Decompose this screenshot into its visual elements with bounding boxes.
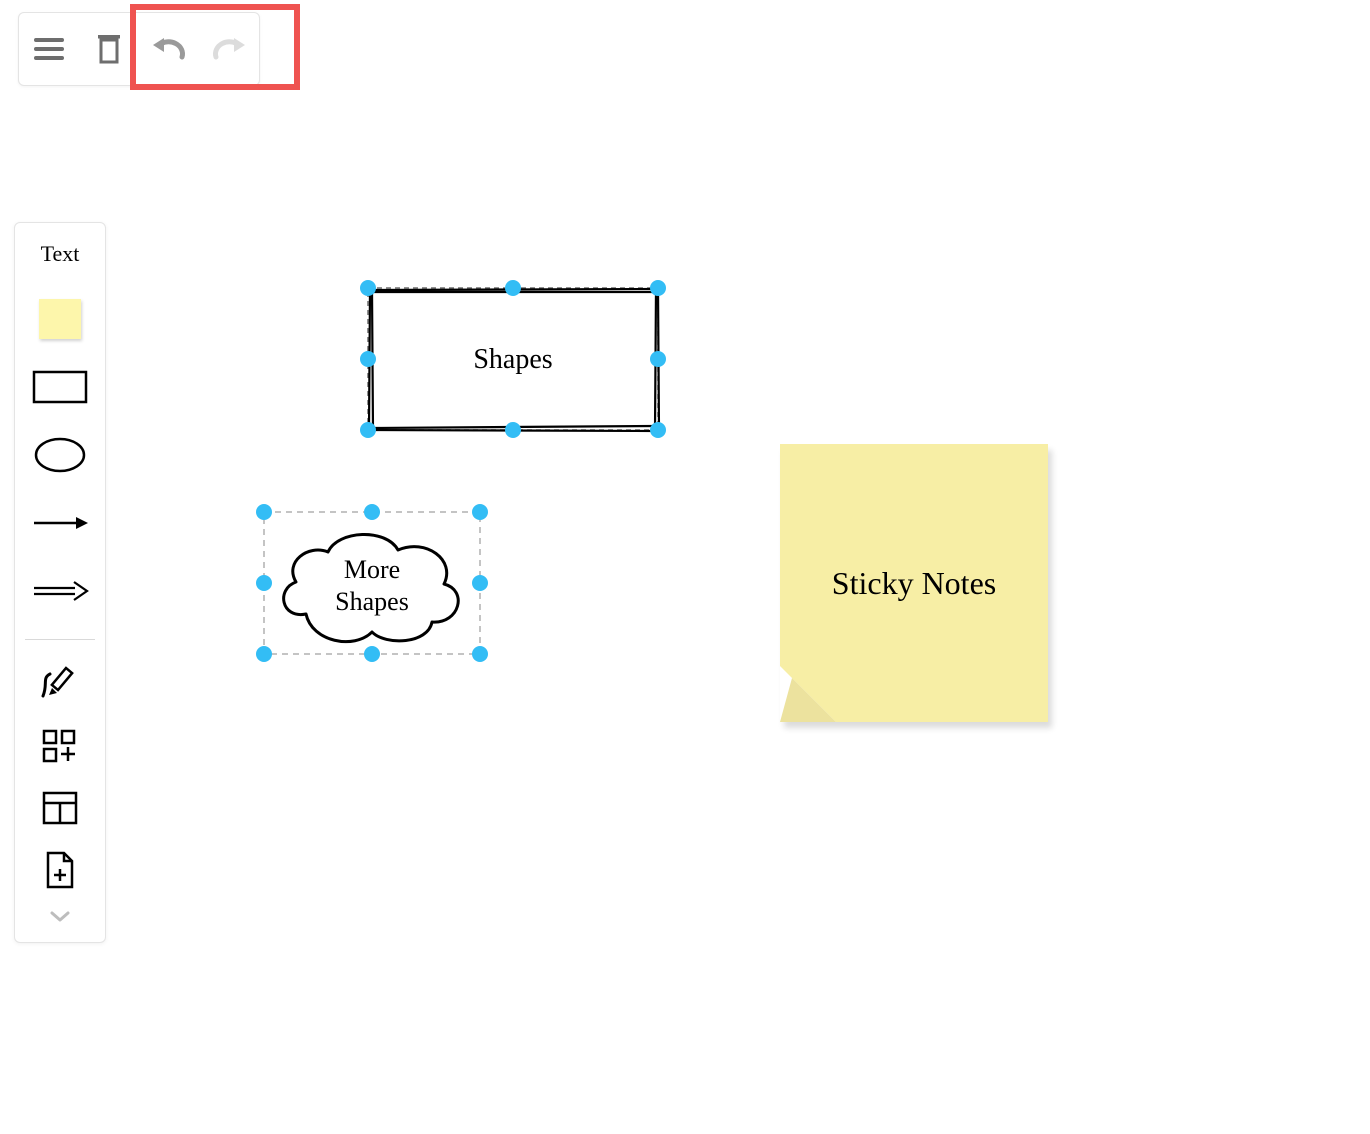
resize-handle[interactable] <box>472 646 488 662</box>
cloud-label-line2: Shapes <box>335 587 409 616</box>
selected-cloud-shape[interactable]: More Shapes <box>246 494 506 684</box>
shapes-side-panel: Text <box>14 222 106 943</box>
ellipse-icon <box>32 435 88 475</box>
tool-divider <box>25 639 95 640</box>
resize-handle[interactable] <box>505 422 521 438</box>
trash-icon <box>95 32 123 66</box>
resize-handle[interactable] <box>364 504 380 520</box>
resize-handle[interactable] <box>256 575 272 591</box>
chevron-down-icon <box>49 910 71 924</box>
resize-handle[interactable] <box>360 422 376 438</box>
resize-handle[interactable] <box>650 422 666 438</box>
pencil-squiggle-icon <box>40 666 80 702</box>
delete-button[interactable] <box>79 13 139 85</box>
rectangle-tool[interactable] <box>30 361 90 413</box>
selected-rectangle-shape[interactable]: Shapes <box>350 270 680 450</box>
table-icon <box>42 791 78 825</box>
whiteboard-canvas[interactable]: Text <box>0 0 1370 1134</box>
add-page-tool[interactable] <box>30 844 90 896</box>
menu-icon <box>32 35 66 63</box>
grid-plus-icon <box>42 729 78 763</box>
cloud-label-line1: More <box>344 555 400 584</box>
redo-icon <box>209 35 249 63</box>
resize-handle[interactable] <box>256 504 272 520</box>
sticky-note-label: Sticky Notes <box>832 565 996 602</box>
resize-handle[interactable] <box>650 280 666 296</box>
resize-handle[interactable] <box>505 280 521 296</box>
undo-button[interactable] <box>139 13 199 85</box>
resize-handle[interactable] <box>364 646 380 662</box>
table-tool[interactable] <box>30 782 90 834</box>
sticky-note-icon <box>39 299 81 339</box>
rectangle-icon <box>32 370 88 404</box>
sticky-note[interactable]: Sticky Notes <box>780 444 1048 722</box>
resize-handle[interactable] <box>360 280 376 296</box>
text-tool[interactable]: Text <box>41 241 80 267</box>
redo-button[interactable] <box>199 13 259 85</box>
rectangle-label: Shapes <box>473 344 552 375</box>
freehand-tool[interactable] <box>30 658 90 710</box>
line-arrow-tool[interactable] <box>30 497 90 549</box>
expand-tools-button[interactable] <box>30 902 90 932</box>
menu-button[interactable] <box>19 13 79 85</box>
resize-handle[interactable] <box>360 351 376 367</box>
open-arrow-icon <box>30 579 90 603</box>
sticky-note-fold <box>780 666 836 722</box>
undo-icon <box>149 35 189 63</box>
resize-handle[interactable] <box>472 504 488 520</box>
resize-handle[interactable] <box>256 646 272 662</box>
sticky-note-tool[interactable] <box>30 293 90 345</box>
ellipse-tool[interactable] <box>30 429 90 481</box>
resize-handle[interactable] <box>472 575 488 591</box>
add-shape-tool[interactable] <box>30 720 90 772</box>
line-arrow-icon <box>30 513 90 533</box>
top-toolbar <box>18 12 260 86</box>
open-arrow-tool[interactable] <box>30 565 90 617</box>
page-plus-icon <box>44 851 76 889</box>
resize-handle[interactable] <box>650 351 666 367</box>
